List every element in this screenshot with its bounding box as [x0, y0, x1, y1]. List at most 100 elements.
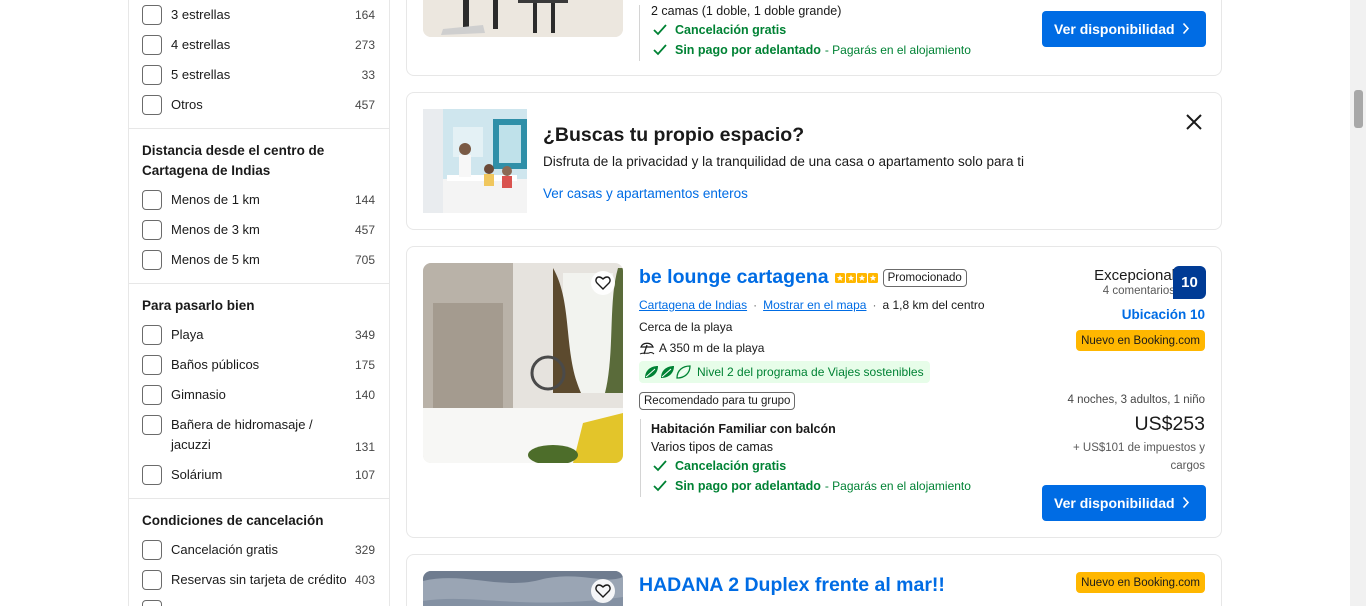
divider [640, 419, 641, 497]
property-card: be lounge cartagena Promocionado Cartage… [406, 246, 1222, 538]
checkbox[interactable] [142, 190, 162, 210]
filter-distance-3km[interactable]: Menos de 3 km 457 [142, 220, 375, 240]
no-prepayment-label: Sin pago por adelantado [675, 479, 821, 493]
heart-icon [595, 584, 611, 598]
divider [129, 498, 389, 499]
property-photo[interactable] [423, 0, 623, 37]
location-line: Cartagena de Indias · Mostrar en el mapa… [639, 298, 985, 312]
review-count: 4 comentarios [1102, 285, 1175, 297]
filter-beach[interactable]: Playa 349 [142, 325, 375, 345]
location-score[interactable]: Ubicación 10 [1122, 307, 1205, 322]
close-icon[interactable] [1185, 113, 1203, 131]
separator-dot: · [872, 298, 877, 312]
heart-icon [595, 276, 611, 290]
property-header: be lounge cartagena Promocionado [639, 266, 967, 289]
filter-5-stars[interactable]: 5 estrellas 33 [142, 65, 375, 85]
show-on-map-link[interactable]: Mostrar en el mapa [763, 298, 866, 312]
checkbox[interactable] [142, 465, 162, 485]
divider [639, 5, 640, 61]
checkbox[interactable] [142, 325, 162, 345]
review-score-badge[interactable]: 10 [1173, 266, 1206, 299]
checkbox[interactable] [142, 385, 162, 405]
star-icon [845, 272, 856, 283]
family-home-illustration [423, 109, 527, 213]
bed-info: 2 camas (1 doble, 1 doble grande) [651, 4, 842, 18]
scrollbar-thumb[interactable] [1354, 90, 1363, 128]
city-link[interactable]: Cartagena de Indias [639, 298, 747, 312]
free-cancellation: Cancelación gratis [653, 459, 786, 473]
property-name[interactable]: be lounge cartagena [639, 266, 829, 289]
filter-count: 131 [354, 440, 375, 454]
property-photo[interactable] [423, 263, 623, 463]
save-favorite-button[interactable] [591, 579, 615, 603]
filter-partial-row[interactable] [142, 600, 375, 606]
filter-gym[interactable]: Gimnasio 140 [142, 385, 375, 405]
divider [129, 128, 389, 129]
filter-hot-tub[interactable]: Bañera de hidromasaje / jacuzzi 131 [142, 415, 375, 457]
filter-count: 403 [354, 573, 375, 587]
sustainability-badge[interactable]: Nivel 2 del programa de Viajes sostenibl… [639, 361, 930, 383]
filter-public-baths[interactable]: Baños públicos 175 [142, 355, 375, 375]
checkbox[interactable] [142, 355, 162, 375]
filter-count: 705 [354, 253, 375, 267]
page-scrollbar[interactable] [1350, 0, 1366, 606]
save-favorite-button[interactable] [591, 271, 615, 295]
stay-info: 4 noches, 3 adultos, 1 niño [1067, 394, 1205, 406]
new-on-booking-badge: Nuevo en Booking.com [1076, 572, 1205, 593]
see-availability-button[interactable]: Ver disponibilidad [1042, 11, 1206, 47]
promo-photo [423, 109, 527, 213]
beach-distance: A 350 m de la playa [659, 341, 765, 355]
see-availability-button[interactable]: Ver disponibilidad [1042, 485, 1206, 521]
checkbox[interactable] [142, 540, 162, 560]
star-icon [834, 272, 845, 283]
recommended-group-badge: Recomendado para tu grupo [639, 392, 796, 410]
check-icon [653, 460, 667, 472]
filter-count: 164 [354, 8, 375, 22]
check-icon [653, 44, 667, 56]
free-cancellation: Cancelación gratis [653, 23, 786, 37]
pay-at-property: - Pagarás en el alojamiento [824, 479, 971, 493]
filter-free-cancellation[interactable]: Cancelación gratis 329 [142, 540, 375, 560]
property-photo[interactable] [423, 571, 623, 606]
filter-label: 5 estrellas [171, 67, 231, 82]
filter-distance-1km[interactable]: Menos de 1 km 144 [142, 190, 375, 210]
filter-distance-5km[interactable]: Menos de 5 km 705 [142, 250, 375, 270]
promoted-badge: Promocionado [882, 268, 967, 287]
check-icon [653, 24, 667, 36]
filter-no-credit-card[interactable]: Reservas sin tarjeta de crédito 403 [142, 570, 375, 590]
promo-link[interactable]: Ver casas y apartamentos enteros [543, 186, 748, 201]
property-card-next: HADANA 2 Duplex frente al mar!! Nuevo en… [406, 554, 1222, 606]
filter-3-stars[interactable]: 3 estrellas 164 [142, 5, 375, 25]
checkbox[interactable] [142, 95, 162, 115]
filter-label: Bañera de hidromasaje / jacuzzi [171, 417, 313, 452]
checkbox[interactable] [142, 65, 162, 85]
checkbox[interactable] [142, 250, 162, 270]
beach-umbrella-icon [639, 342, 655, 355]
filter-count: 457 [354, 98, 375, 112]
no-prepayment: Sin pago por adelantado - Pagarás en el … [653, 479, 971, 493]
no-prepayment: Sin pago por adelantado - Pagarás en el … [653, 43, 971, 57]
chevron-right-icon [1182, 22, 1190, 35]
filter-label: Cancelación gratis [171, 542, 278, 557]
filter-4-stars[interactable]: 4 estrellas 273 [142, 35, 375, 55]
filter-label: Menos de 3 km [171, 222, 260, 237]
leaf-icon [645, 365, 691, 379]
filter-count: 273 [354, 38, 375, 52]
review-summary[interactable]: Excepcional 4 comentarios [1094, 267, 1175, 297]
checkbox[interactable] [142, 600, 162, 606]
filter-other-stars[interactable]: Otros 457 [142, 95, 375, 115]
checkbox[interactable] [142, 5, 162, 25]
checkbox[interactable] [142, 415, 162, 435]
new-on-booking-badge: Nuevo en Booking.com [1076, 330, 1205, 351]
checkbox[interactable] [142, 570, 162, 590]
filter-label: Playa [171, 327, 204, 342]
taxes-and-fees: + US$101 de impuestos y cargos [1072, 442, 1205, 472]
filter-solarium[interactable]: Solárium 107 [142, 465, 375, 485]
checkbox[interactable] [142, 220, 162, 240]
filter-group-title-cancellation: Condiciones de cancelación [142, 513, 324, 528]
check-icon [653, 480, 667, 492]
filter-label: Solárium [171, 467, 223, 482]
checkbox[interactable] [142, 35, 162, 55]
property-name[interactable]: HADANA 2 Duplex frente al mar!! [639, 574, 945, 597]
filter-label: 4 estrellas [171, 37, 231, 52]
